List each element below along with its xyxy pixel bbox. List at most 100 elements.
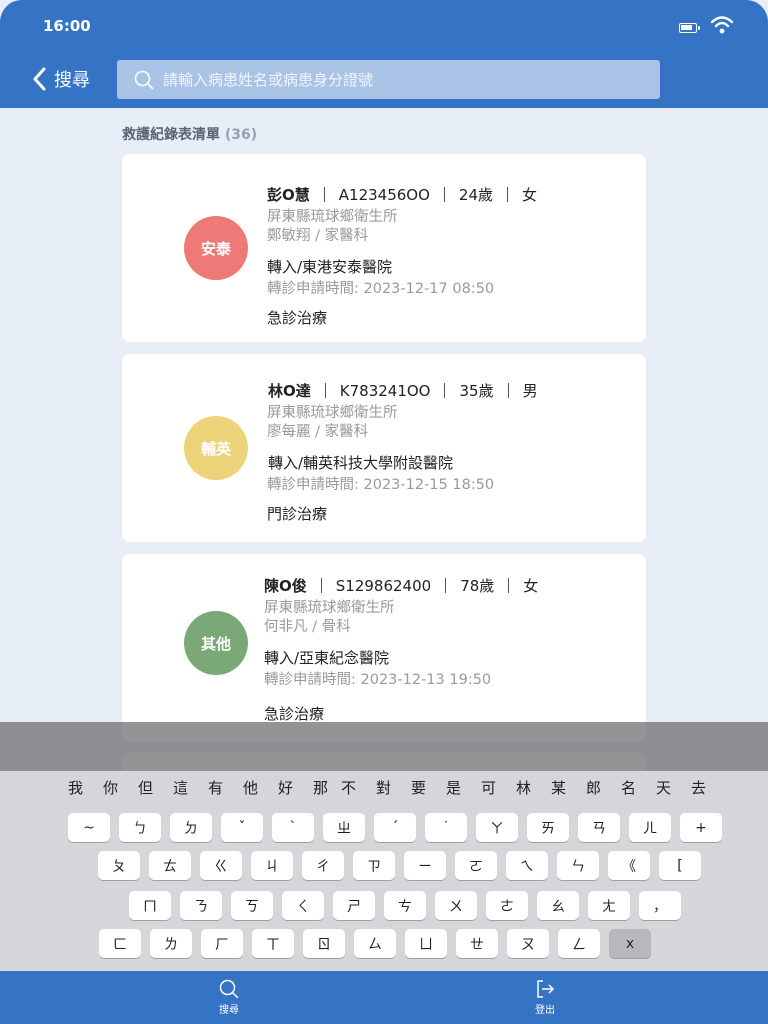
divider (507, 383, 509, 398)
keyboard-key[interactable]: ㄑ (282, 891, 324, 920)
hospital-avatar: 其他 (184, 611, 248, 675)
search-icon (134, 70, 154, 89)
tab-search[interactable]: 搜尋 (219, 979, 239, 1016)
keyboard-key[interactable]: ㄥ (558, 929, 600, 958)
search-input[interactable] (163, 70, 643, 89)
candidate-char[interactable]: 好 (278, 777, 293, 798)
keyboard-key[interactable]: ㄛ (455, 851, 497, 880)
patient-info-line: 林O達 K783241OO 35歲 男 (268, 380, 538, 401)
candidate-char[interactable]: 是 (446, 777, 461, 798)
candidate-char[interactable]: 我 (68, 777, 83, 798)
keyboard-key[interactable]: ㄅ (119, 813, 161, 842)
keyboard-key[interactable]: ㄒ (252, 929, 294, 958)
request-time: 轉診申請時間: 2023-12-15 18:50 (267, 477, 495, 493)
keyboard-key[interactable]: ˇ (221, 813, 263, 842)
candidate-char[interactable]: 可 (481, 777, 496, 798)
search-box[interactable] (117, 60, 660, 99)
patient-name: 彭O慧 (267, 186, 310, 204)
keyboard-key[interactable]: ， (639, 891, 681, 920)
patient-info-line: 彭O慧 A123456OO 24歲 女 (267, 184, 537, 205)
keyboard-key[interactable]: ㄐ (251, 851, 293, 880)
bottom-nav: 搜尋 登出 (0, 971, 768, 1024)
keyboard-key[interactable]: ㄝ (456, 929, 498, 958)
keyboard-key[interactable]: + (680, 813, 722, 842)
keyboard-key[interactable]: ㄘ (384, 891, 426, 920)
candidate-char[interactable]: 你 (103, 777, 118, 798)
clinic-name: 屏東縣琉球鄉衛生所 (264, 600, 395, 616)
candidate-char[interactable]: 要 (411, 777, 426, 798)
divider (443, 187, 445, 202)
keyboard-key[interactable]: ㄌ (150, 929, 192, 958)
keyboard-key[interactable]: ㄜ (486, 891, 528, 920)
keyboard-key[interactable]: ㄆ (98, 851, 140, 880)
keyboard-key[interactable]: ㄕ (333, 891, 375, 920)
hospital-avatar: 安泰 (184, 216, 248, 280)
patient-gender: 女 (523, 577, 539, 595)
keyboard-key[interactable]: 《 (608, 851, 650, 880)
keyboard-key[interactable]: ㄋ (180, 891, 222, 920)
keyboard-key[interactable]: ㄏ (201, 929, 243, 958)
candidate-char[interactable]: 某 (551, 777, 566, 798)
candidate-char[interactable]: 但 (138, 777, 153, 798)
keyboard-key[interactable]: ˙ (425, 813, 467, 842)
keyboard-key[interactable]: ㄉ (170, 813, 212, 842)
keyboard-key[interactable]: ㄊ (149, 851, 191, 880)
keyboard-key[interactable]: ㄚ (476, 813, 518, 842)
patient-id: K783241OO (339, 381, 431, 400)
keyboard-key[interactable]: ㄡ (507, 929, 549, 958)
tab-logout[interactable]: 登出 (535, 979, 555, 1016)
keyboard-key[interactable]: ㄠ (537, 891, 579, 920)
keyboard-key[interactable]: [ (659, 851, 701, 880)
patient-age: 78歲 (460, 577, 495, 595)
candidate-char[interactable]: 林 (516, 777, 531, 798)
keyboard-key[interactable]: ㄔ (302, 851, 344, 880)
top-bar: 16:00 搜尋 (0, 0, 768, 108)
keyboard-key[interactable]: ㄧ (404, 851, 446, 880)
candidate-char[interactable]: 名 (621, 777, 636, 798)
back-label: 搜尋 (54, 70, 90, 91)
patient-name: 林O達 (268, 382, 311, 400)
keyboard-key[interactable]: ㄨ (435, 891, 477, 920)
patient-id: A123456OO (338, 185, 430, 204)
keyboard-key[interactable]: ㄙ (354, 929, 396, 958)
search-icon (219, 979, 239, 999)
keyboard-key[interactable]: ㄩ (405, 929, 447, 958)
keyboard-key[interactable]: ~ (68, 813, 110, 842)
candidate-char[interactable]: 對 (376, 777, 391, 798)
record-card[interactable]: 輔英 林O達 K783241OO 35歲 男 屏東縣琉球鄉衛生所 廖每麗 / 家… (122, 354, 646, 542)
doctor-name: 廖每麗 / 家醫科 (267, 424, 369, 440)
keyboard-key[interactable]: ㄈ (99, 929, 141, 958)
keyboard-key[interactable]: ˋ (272, 813, 314, 842)
clinic-name: 屏東縣琉球鄉衛生所 (267, 405, 398, 421)
keyboard-key[interactable]: ㄎ (231, 891, 273, 920)
keyboard-key[interactable]: ㄦ (629, 813, 671, 842)
keyboard-key[interactable]: ㄣ (557, 851, 599, 880)
candidate-char[interactable]: 那 (313, 777, 328, 798)
keyboard-key[interactable]: ㄗ (353, 851, 395, 880)
candidate-char[interactable]: 去 (691, 777, 706, 798)
keyboard-key[interactable]: ˊ (374, 813, 416, 842)
back-button[interactable]: 搜尋 (32, 66, 90, 92)
candidate-char[interactable]: 不 (341, 777, 356, 798)
candidate-char[interactable]: 他 (243, 777, 258, 798)
keyboard-key[interactable]: ㄇ (129, 891, 171, 920)
keyboard-key[interactable]: ㄞ (527, 813, 569, 842)
hospital-avatar: 輔英 (184, 416, 248, 480)
candidate-char[interactable]: 郎 (586, 777, 601, 798)
keyboard-key[interactable]: ㄍ (200, 851, 242, 880)
treatment-type: 急診治療 (267, 309, 328, 327)
keyboard-key[interactable]: ㄟ (506, 851, 548, 880)
keyboard-key[interactable]: x (609, 929, 651, 958)
candidate-char[interactable]: 天 (656, 777, 671, 798)
record-card[interactable]: 其他 陳O俊 S129862400 78歲 女 屏東縣琉球鄉衛生所 何非凡 / … (122, 554, 646, 742)
patient-age: 35歲 (459, 382, 494, 400)
doctor-name: 何非凡 / 骨科 (264, 619, 351, 635)
keyboard-key[interactable]: ㄢ (578, 813, 620, 842)
divider (445, 578, 447, 593)
candidate-char[interactable]: 有 (208, 777, 223, 798)
keyboard-key[interactable]: ㄓ (323, 813, 365, 842)
record-card[interactable]: 安泰 彭O慧 A123456OO 24歲 女 屏東縣琉球鄉衛生所 鄭敏翔 / 家… (122, 154, 646, 342)
keyboard-key[interactable]: ㄤ (588, 891, 630, 920)
candidate-char[interactable]: 這 (173, 777, 188, 798)
keyboard-key[interactable]: ㄖ (303, 929, 345, 958)
